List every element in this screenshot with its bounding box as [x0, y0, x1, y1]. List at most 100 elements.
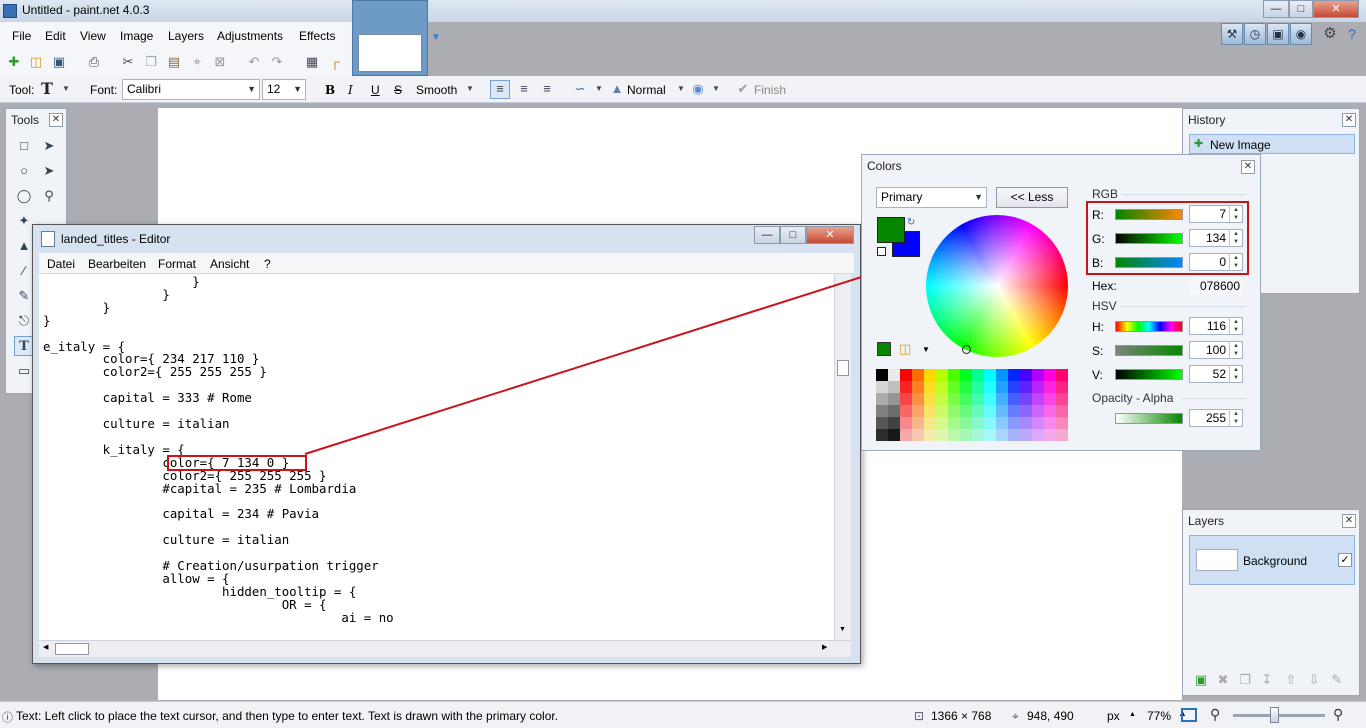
palette-swatch[interactable]: [1020, 405, 1032, 417]
notepad-maximize-button[interactable]: □: [780, 226, 806, 244]
palette-swatch[interactable]: [900, 369, 912, 381]
palette-swatch[interactable]: [924, 393, 936, 405]
palette-swatch[interactable]: [960, 417, 972, 429]
menu-image[interactable]: Image: [120, 29, 153, 43]
tab-dropdown-icon[interactable]: ▼: [431, 32, 441, 43]
palette-swatch[interactable]: [900, 381, 912, 393]
zoom-in-icon[interactable]: ⚲: [1333, 706, 1343, 723]
palette-swatch[interactable]: [1044, 369, 1056, 381]
s-spinner[interactable]: ▲ ▼: [1229, 342, 1242, 358]
notepad-text-area[interactable]: } } } } e_italy = { color={ 234 217 110 …: [39, 274, 834, 640]
colors-window-icon[interactable]: ◉: [1290, 23, 1312, 45]
paste-icon[interactable]: ▤: [166, 54, 182, 70]
palette-swatch[interactable]: [936, 369, 948, 381]
palette-swatch[interactable]: [876, 429, 888, 441]
close-icon[interactable]: ✕: [1342, 113, 1356, 127]
tool-dropdown-icon[interactable]: ▼: [58, 81, 74, 97]
palette-swatch[interactable]: [984, 417, 996, 429]
close-button[interactable]: ✕: [1313, 0, 1359, 18]
h-slider[interactable]: [1115, 321, 1183, 332]
menu-datei[interactable]: Datei: [47, 257, 75, 271]
palette-swatch[interactable]: [960, 429, 972, 441]
maximize-button[interactable]: □: [1289, 0, 1313, 18]
move-selection-icon[interactable]: ➤: [39, 161, 59, 181]
s-slider[interactable]: [1115, 345, 1183, 356]
palette-swatch[interactable]: [972, 393, 984, 405]
palette-swatch[interactable]: [924, 429, 936, 441]
scroll-right-icon[interactable]: ▶: [822, 643, 827, 651]
close-icon[interactable]: ✕: [1342, 514, 1356, 528]
layers-window-icon[interactable]: ▣: [1267, 23, 1289, 45]
palette-swatch[interactable]: [936, 405, 948, 417]
align-center-icon[interactable]: ≡: [516, 81, 532, 97]
palette-swatch[interactable]: [1032, 405, 1044, 417]
palette-swatch[interactable]: [1008, 369, 1020, 381]
menu-adjustments[interactable]: Adjustments: [217, 29, 283, 43]
less-button[interactable]: << Less: [996, 187, 1068, 208]
chevron-down-icon[interactable]: ▼: [591, 81, 607, 97]
palette-swatch[interactable]: [888, 369, 900, 381]
palette-swatch[interactable]: [936, 393, 948, 405]
palette-swatch[interactable]: [972, 429, 984, 441]
menu-help[interactable]: ?: [264, 257, 271, 271]
tools-window-icon[interactable]: ⚒: [1221, 23, 1243, 45]
palette-swatch[interactable]: [888, 381, 900, 393]
alpha-slider[interactable]: [1115, 413, 1183, 424]
palette-swatch[interactable]: [1056, 393, 1068, 405]
units-select[interactable]: px: [1107, 709, 1120, 723]
layer-item[interactable]: Background ✓: [1189, 535, 1355, 585]
antialias-select[interactable]: Smooth: [416, 83, 457, 97]
hscroll-thumb[interactable]: [55, 643, 89, 655]
history-window-icon[interactable]: ◷: [1244, 23, 1266, 45]
palette-swatch[interactable]: [876, 405, 888, 417]
history-item[interactable]: ✚ New Image: [1189, 134, 1355, 154]
font-select[interactable]: Calibri ▼: [122, 79, 260, 100]
palette-swatch[interactable]: [1008, 429, 1020, 441]
primary-select[interactable]: Primary ▼: [876, 187, 987, 208]
zoom-value[interactable]: 77%: [1147, 709, 1171, 723]
text-tool-icon[interactable]: T: [39, 81, 55, 97]
alpha-spinner[interactable]: ▲ ▼: [1229, 410, 1242, 426]
palette-swatch[interactable]: [936, 381, 948, 393]
reset-colors-icon[interactable]: [877, 247, 886, 256]
minimize-button[interactable]: —: [1263, 0, 1289, 18]
v-slider[interactable]: [1115, 369, 1183, 380]
antialiasing-icon[interactable]: ∽: [572, 81, 588, 97]
palette-swatch[interactable]: [972, 417, 984, 429]
chevron-down-icon[interactable]: ▼: [708, 81, 724, 97]
palette-swatch[interactable]: [1032, 369, 1044, 381]
menu-file[interactable]: File: [12, 29, 31, 43]
palette-swatch[interactable]: [984, 369, 996, 381]
palette-swatch[interactable]: [924, 369, 936, 381]
redo-icon[interactable]: ↷: [269, 54, 285, 70]
palette-swatch[interactable]: [948, 393, 960, 405]
chevron-down-icon[interactable]: ▼: [922, 345, 930, 354]
palette-swatch[interactable]: [912, 393, 924, 405]
menu-format[interactable]: Format: [158, 257, 196, 271]
color-palette[interactable]: [876, 369, 1069, 441]
text-tool-icon[interactable]: T: [14, 336, 34, 356]
palette-swatch[interactable]: [924, 381, 936, 393]
clone-stamp-icon[interactable]: ⎋: [14, 311, 34, 331]
palette-swatch[interactable]: [1020, 381, 1032, 393]
palette-swatch[interactable]: [1008, 417, 1020, 429]
settings-gear-icon[interactable]: ⚙: [1322, 26, 1338, 42]
palette-swatch[interactable]: [936, 417, 948, 429]
palette-swatch[interactable]: [888, 417, 900, 429]
palette-swatch[interactable]: [1056, 429, 1068, 441]
scroll-left-icon[interactable]: ◀: [43, 643, 48, 651]
palette-swatch[interactable]: [876, 369, 888, 381]
paintbrush-icon[interactable]: ⁄: [14, 261, 34, 281]
palette-menu-icon[interactable]: ◫: [899, 341, 911, 357]
palette-swatch[interactable]: [912, 405, 924, 417]
h-spinner[interactable]: ▲ ▼: [1229, 318, 1242, 334]
rectangle-select-icon[interactable]: □: [14, 136, 34, 156]
underline-button[interactable]: U: [371, 83, 380, 97]
palette-swatch[interactable]: [984, 381, 996, 393]
menu-edit[interactable]: Edit: [45, 29, 66, 43]
palette-swatch[interactable]: [900, 417, 912, 429]
move-layer-down-icon[interactable]: ⇩: [1306, 672, 1322, 688]
add-layer-icon[interactable]: ▣: [1193, 672, 1209, 688]
swap-colors-icon[interactable]: ↻: [907, 217, 915, 228]
palette-swatch[interactable]: [912, 417, 924, 429]
